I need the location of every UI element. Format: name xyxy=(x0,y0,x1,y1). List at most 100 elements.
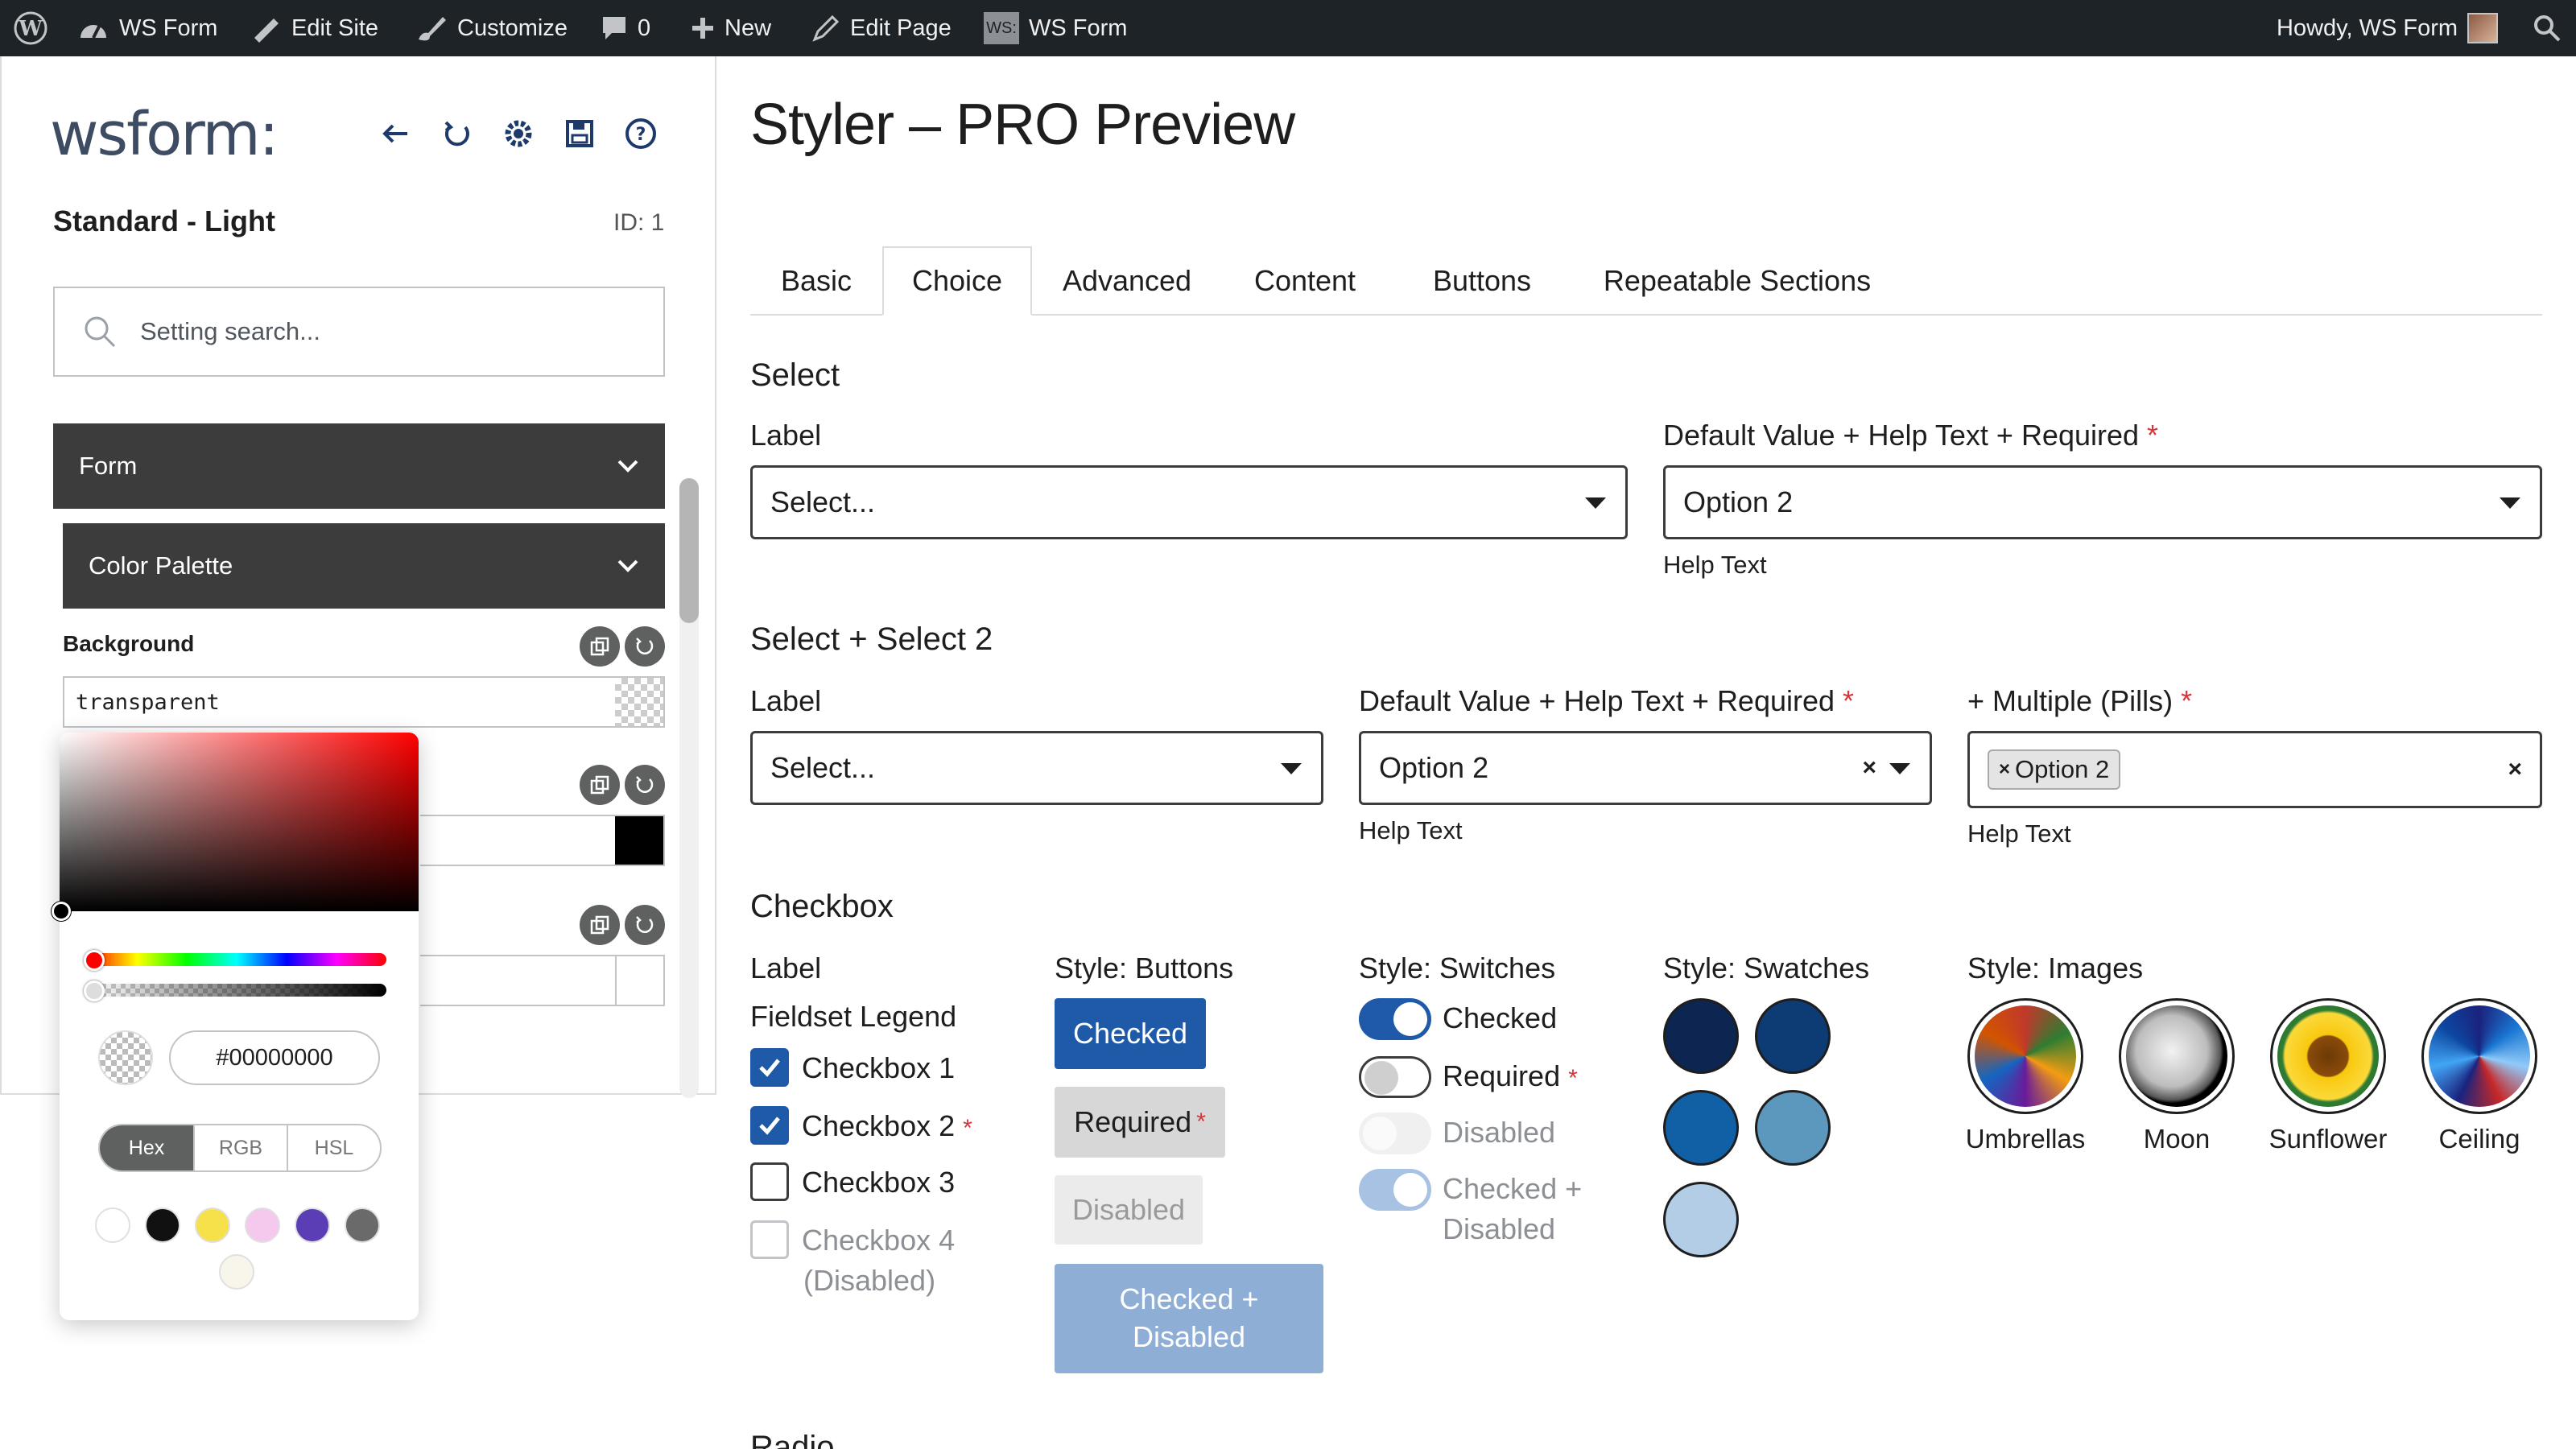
hue-handle[interactable] xyxy=(84,950,105,971)
tab-basic[interactable]: Basic xyxy=(750,246,882,316)
switch-checked[interactable] xyxy=(1359,998,1431,1040)
settings-gear-icon[interactable] xyxy=(499,114,538,153)
switch-required-label: Required * xyxy=(1443,1059,1578,1092)
preset-swatch[interactable] xyxy=(145,1208,180,1243)
setting-search-input[interactable]: Setting search... xyxy=(53,287,665,377)
chevron-down-icon xyxy=(617,460,638,473)
color-input-3[interactable] xyxy=(420,955,665,1006)
preset-swatch[interactable] xyxy=(219,1254,254,1290)
saturation-value-area[interactable] xyxy=(60,733,419,911)
swatch-choice[interactable] xyxy=(1663,1182,1739,1257)
background-color-input[interactable]: transparent xyxy=(63,676,665,728)
swatch-choice[interactable] xyxy=(1663,1090,1739,1166)
copy-icon[interactable] xyxy=(580,905,620,945)
accordion-color-palette[interactable]: Color Palette xyxy=(63,523,665,609)
checkmark-icon xyxy=(759,1117,780,1135)
admin-bar-new[interactable]: New xyxy=(691,0,771,56)
comments-count: 0 xyxy=(638,14,651,41)
admin-bar-search-icon[interactable] xyxy=(2533,0,2562,56)
alpha-slider[interactable] xyxy=(87,984,386,997)
image-label-ceiling: Ceiling xyxy=(2438,1124,2520,1154)
wordpress-logo-icon[interactable]: W xyxy=(13,0,48,56)
preset-swatch[interactable] xyxy=(195,1208,230,1243)
reset-value-icon[interactable] xyxy=(625,626,665,667)
mode-hex-tab[interactable]: Hex xyxy=(100,1125,193,1170)
undo-arrow-icon[interactable] xyxy=(377,114,415,153)
admin-bar-ws-form[interactable]: WS: WS Form xyxy=(984,0,1127,56)
image-choice-umbrellas[interactable] xyxy=(1967,998,2083,1114)
mode-rgb-tab[interactable]: RGB xyxy=(193,1125,287,1170)
hex-value-input[interactable]: #00000000 xyxy=(169,1030,380,1085)
caret-down-icon xyxy=(1585,497,1606,509)
sidebar-scrollbar-thumb[interactable] xyxy=(679,478,699,623)
image-choice-ceiling[interactable] xyxy=(2421,998,2537,1114)
reset-icon[interactable] xyxy=(438,114,477,153)
button-style-required[interactable]: Required * xyxy=(1055,1087,1225,1158)
pencil-icon xyxy=(812,14,840,42)
transparent-swatch-preview[interactable] xyxy=(615,678,663,726)
copy-icon[interactable] xyxy=(580,626,620,667)
tab-buttons[interactable]: Buttons xyxy=(1388,246,1576,316)
preset-swatch[interactable] xyxy=(295,1208,330,1243)
ws-form-menu-label: WS Form xyxy=(1029,14,1128,41)
style-swatches-title: Style: Swatches xyxy=(1663,952,1870,985)
image-choice-moon[interactable] xyxy=(2119,998,2235,1114)
clear-x-icon[interactable]: × xyxy=(1862,754,1876,782)
tab-choice[interactable]: Choice xyxy=(882,246,1032,316)
button-style-checked[interactable]: Checked xyxy=(1055,998,1206,1069)
help-icon[interactable]: ? xyxy=(621,114,660,153)
hue-slider[interactable] xyxy=(87,953,386,966)
admin-bar-edit-page[interactable]: Edit Page xyxy=(811,0,952,56)
switch-required[interactable] xyxy=(1359,1056,1431,1098)
admin-bar-site-link[interactable]: WS Form xyxy=(77,0,217,56)
color-picker-popup: #00000000 Hex RGB HSL xyxy=(52,733,419,1320)
svg-text:?: ? xyxy=(636,125,646,145)
switch-checked-disabled xyxy=(1359,1169,1431,1211)
select-label: Label xyxy=(750,419,822,452)
tab-repeatable-sections[interactable]: Repeatable Sections xyxy=(1576,246,1898,316)
pill-remove-icon[interactable]: × xyxy=(1999,758,2010,781)
tab-content[interactable]: Content xyxy=(1222,246,1388,316)
dashboard-icon xyxy=(80,24,106,39)
image-label-moon: Moon xyxy=(2143,1124,2211,1154)
checkbox-3[interactable] xyxy=(750,1162,789,1201)
reset-value-icon[interactable] xyxy=(625,905,665,945)
admin-bar-comments[interactable]: 0 xyxy=(601,0,650,56)
select-field[interactable]: Select... xyxy=(750,465,1628,539)
swatch-choice[interactable] xyxy=(1663,998,1739,1074)
admin-bar-customize[interactable]: Customize xyxy=(415,0,568,56)
search-placeholder: Setting search... xyxy=(140,317,321,345)
color-mode-switch: Hex RGB HSL xyxy=(98,1124,382,1172)
black-swatch-preview[interactable] xyxy=(615,816,663,865)
checkbox-2[interactable] xyxy=(750,1106,789,1145)
select-placeholder: Select... xyxy=(770,485,876,518)
copy-icon[interactable] xyxy=(580,765,620,805)
image-choice-sunflower[interactable] xyxy=(2270,998,2386,1114)
save-icon[interactable] xyxy=(560,114,599,153)
select2-default-field[interactable]: Option 2 × xyxy=(1359,731,1932,805)
swatch-choice[interactable] xyxy=(1755,998,1831,1074)
admin-bar-account[interactable]: Howdy, WS Form xyxy=(2277,0,2499,56)
edit-page-label: Edit Page xyxy=(850,14,952,41)
tab-advanced[interactable]: Advanced xyxy=(1032,246,1222,316)
preset-swatch[interactable] xyxy=(95,1208,130,1243)
clear-x-icon[interactable]: × xyxy=(2508,756,2522,783)
select2-field[interactable]: Select... xyxy=(750,731,1323,805)
swatch-choice[interactable] xyxy=(1755,1090,1831,1166)
alpha-handle[interactable] xyxy=(84,980,105,1001)
select2-multiple-field[interactable]: × Option 2 × xyxy=(1967,731,2542,808)
pill-label: Option 2 xyxy=(2015,755,2110,783)
chevron-down-icon xyxy=(617,559,638,572)
preset-swatch[interactable] xyxy=(345,1208,380,1243)
option-pill[interactable]: × Option 2 xyxy=(1988,749,2121,790)
admin-bar-edit-site[interactable]: Edit Site xyxy=(250,0,378,56)
mode-hsl-tab[interactable]: HSL xyxy=(287,1125,380,1170)
reset-value-icon[interactable] xyxy=(625,765,665,805)
select-default-field[interactable]: Option 2 xyxy=(1663,465,2542,539)
accordion-form[interactable]: Form xyxy=(53,423,665,509)
preset-swatch[interactable] xyxy=(245,1208,280,1243)
main-preview: Styler – PRO Preview Basic Choice Advanc… xyxy=(750,56,2545,1449)
checkbox-1[interactable] xyxy=(750,1048,789,1087)
swatch-divider xyxy=(615,956,617,1005)
saturation-handle[interactable] xyxy=(52,902,71,921)
